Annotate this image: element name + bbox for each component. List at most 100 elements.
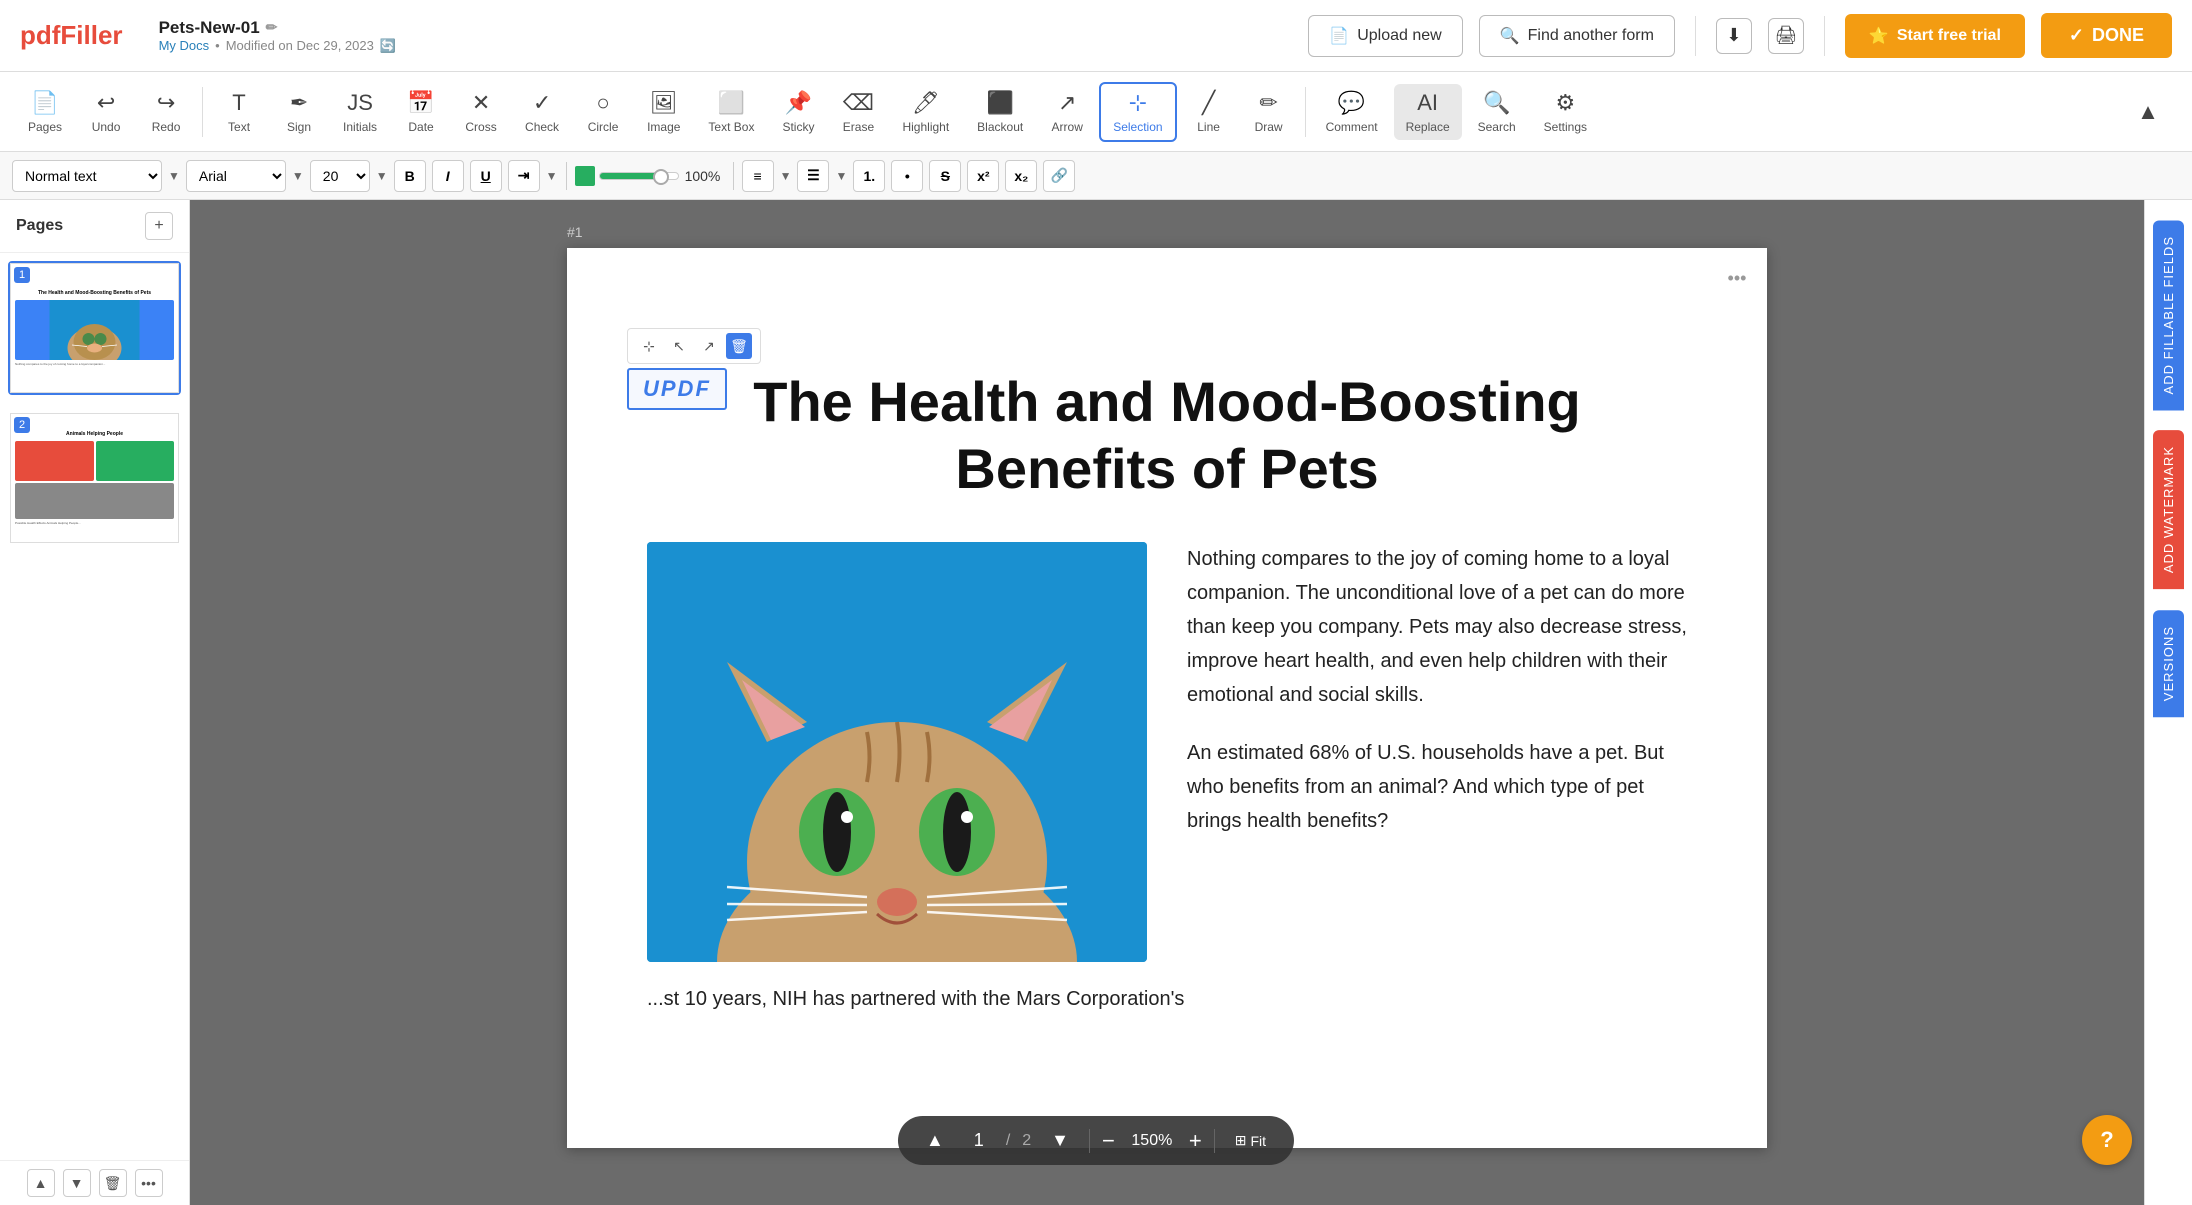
redo-icon: ↪ xyxy=(157,90,175,116)
refresh-icon[interactable]: 🔄 xyxy=(380,38,396,54)
settings-label: Settings xyxy=(1544,120,1587,134)
add-page-button[interactable]: + xyxy=(145,212,173,240)
find-another-form-button[interactable]: 🔍 Find another form xyxy=(1479,15,1675,57)
thumb-2-title: Animals Helping People xyxy=(66,431,123,437)
thumb-1-title: The Health and Mood-Boosting Benefits of… xyxy=(38,290,151,296)
draw-tool[interactable]: ✏ Draw xyxy=(1241,84,1297,140)
page-container: #1 + ••• ⊹ ↖ ↗ 🗑 UPDF xyxy=(567,224,1767,1148)
erase-tool[interactable]: ⌫ Erase xyxy=(830,84,886,140)
align-button[interactable]: ≡ xyxy=(742,160,774,192)
thumb-cat-svg xyxy=(15,300,174,360)
comment-tool[interactable]: 💬 Comment xyxy=(1314,84,1390,140)
circle-tool[interactable]: ○ Circle xyxy=(575,84,631,140)
doc-title-row: Pets-New-01 ✏ xyxy=(159,18,396,38)
print-button[interactable]: 🖨 xyxy=(1768,18,1804,54)
cross-tool[interactable]: ✕ Cross xyxy=(453,84,509,140)
check-tool[interactable]: ✓ Check xyxy=(513,84,571,140)
italic-button[interactable]: I xyxy=(432,160,464,192)
indent-button[interactable]: ⇥ xyxy=(508,160,540,192)
erase-label: Erase xyxy=(843,120,874,134)
superscript-button[interactable]: x² xyxy=(967,160,999,192)
thumb-2-images xyxy=(15,441,174,481)
blackout-tool[interactable]: ⬛ Blackout xyxy=(965,84,1035,140)
sign-label: Sign xyxy=(287,120,311,134)
download-button[interactable]: ⬇ xyxy=(1716,18,1752,54)
textbox-tool[interactable]: ⬜ Text Box xyxy=(696,84,766,140)
collapse-toolbar-button[interactable]: ▲ xyxy=(2120,93,2176,131)
pages-tool[interactable]: 📄 Pages xyxy=(16,84,74,140)
add-fillable-fields-tab[interactable]: ADD FILLABLE FIELDS xyxy=(2153,220,2184,410)
edit-title-icon[interactable]: ✏ xyxy=(266,19,278,36)
header-divider-2 xyxy=(1824,16,1825,56)
sticky-tool[interactable]: 📌 Sticky xyxy=(770,84,826,140)
arrow-tool[interactable]: ↗ Arrow xyxy=(1039,84,1095,140)
page-2-thumbnail[interactable]: 2 Animals Helping People Possible Health… xyxy=(8,411,181,545)
next-page-button[interactable]: ▼ xyxy=(63,1169,91,1197)
upload-new-button[interactable]: 📄 Upload new xyxy=(1308,15,1462,57)
undo-tool[interactable]: ↩ Undo xyxy=(78,84,134,140)
delete-page-button[interactable]: 🗑 xyxy=(99,1169,127,1197)
font-size-select[interactable]: 20 xyxy=(310,160,370,192)
toolbar-divider-2 xyxy=(1305,87,1306,137)
stamp-resize-tl-icon[interactable]: ↖ xyxy=(666,333,692,359)
zoom-out-button[interactable]: − xyxy=(1102,1128,1115,1154)
subscript-button[interactable]: x₂ xyxy=(1005,160,1037,192)
stamp-delete-button[interactable]: 🗑 xyxy=(726,333,752,359)
link-button[interactable]: 🔗 xyxy=(1043,160,1075,192)
stamp-move-icon[interactable]: ⊹ xyxy=(636,333,662,359)
bold-button[interactable]: B xyxy=(394,160,426,192)
opacity-slider-thumb[interactable] xyxy=(653,169,669,185)
page-more-options[interactable]: ••• xyxy=(1723,264,1751,292)
stamp-box[interactable]: UPDF xyxy=(627,368,727,410)
image-tool[interactable]: 🖼 Image xyxy=(635,84,692,140)
main-area: Pages + 1 The Health and Mood-Boosting B… xyxy=(0,200,2192,1205)
done-button[interactable]: ✓ DONE xyxy=(2041,13,2172,58)
settings-tool[interactable]: ⚙ Settings xyxy=(1532,84,1599,140)
doc-paragraph-3: ...st 10 years, NIH has partnered with t… xyxy=(647,988,1184,1010)
text-tool[interactable]: T Text xyxy=(211,84,267,140)
indent-para-button[interactable]: ☰ xyxy=(797,160,829,192)
stamp-resize-tr-icon[interactable]: ↗ xyxy=(696,333,722,359)
unordered-list-button[interactable]: • xyxy=(891,160,923,192)
sign-tool[interactable]: ✒ Sign xyxy=(271,84,327,140)
fit-button[interactable]: ⊞ Fit xyxy=(1227,1128,1274,1153)
font-select[interactable]: Arial xyxy=(186,160,286,192)
sidebar-header: Pages + xyxy=(0,200,189,253)
add-watermark-tab[interactable]: ADD WATERMARK xyxy=(2153,430,2184,589)
cat-svg xyxy=(647,542,1147,962)
selection-tool[interactable]: ⊹ Selection xyxy=(1099,82,1176,142)
ordered-list-button[interactable]: 1. xyxy=(853,160,885,192)
stamp-container: ⊹ ↖ ↗ 🗑 UPDF xyxy=(627,328,761,410)
help-button[interactable]: ? xyxy=(2082,1115,2132,1165)
initials-tool[interactable]: JS Initials xyxy=(331,84,389,140)
text-style-select[interactable]: Normal text xyxy=(12,160,162,192)
opacity-slider[interactable] xyxy=(599,172,679,180)
prev-page-nav-button[interactable]: ▲ xyxy=(918,1126,952,1155)
page-1-thumbnail[interactable]: 1 The Health and Mood-Boosting Benefits … xyxy=(8,261,181,395)
my-docs-link[interactable]: My Docs xyxy=(159,38,210,53)
doc-canvas[interactable]: #1 + ••• ⊹ ↖ ↗ 🗑 UPDF xyxy=(190,200,2144,1205)
more-options-button[interactable]: ••• xyxy=(135,1169,163,1197)
page-1-thumb-image: The Health and Mood-Boosting Benefits of… xyxy=(10,263,179,393)
stamp-toolbar: ⊹ ↖ ↗ 🗑 xyxy=(627,328,761,364)
color-swatch[interactable] xyxy=(575,166,595,186)
search-tool[interactable]: 🔍 Search xyxy=(1466,84,1528,140)
prev-page-button[interactable]: ▲ xyxy=(27,1169,55,1197)
indent-dropdown-arrow: ▼ xyxy=(546,169,558,183)
versions-tab[interactable]: VERSIONS xyxy=(2153,610,2184,717)
page-number-input[interactable] xyxy=(964,1130,994,1151)
cross-icon: ✕ xyxy=(472,90,490,116)
header-divider-1 xyxy=(1695,16,1696,56)
strikethrough-button[interactable]: S xyxy=(929,160,961,192)
highlight-tool[interactable]: 🖊 Highlight xyxy=(890,84,961,140)
redo-tool[interactable]: ↪ Redo xyxy=(138,84,194,140)
next-page-nav-button[interactable]: ▼ xyxy=(1043,1126,1077,1155)
stamp-text: UPDF xyxy=(643,376,711,401)
replace-tool[interactable]: AI Replace xyxy=(1394,84,1462,140)
cat-image xyxy=(647,542,1147,962)
zoom-in-button[interactable]: + xyxy=(1189,1128,1202,1154)
underline-button[interactable]: U xyxy=(470,160,502,192)
line-tool[interactable]: ╱ Line xyxy=(1181,84,1237,140)
start-free-trial-button[interactable]: ⭐ Start free trial xyxy=(1845,14,2025,58)
date-tool[interactable]: 📅 Date xyxy=(393,84,449,140)
